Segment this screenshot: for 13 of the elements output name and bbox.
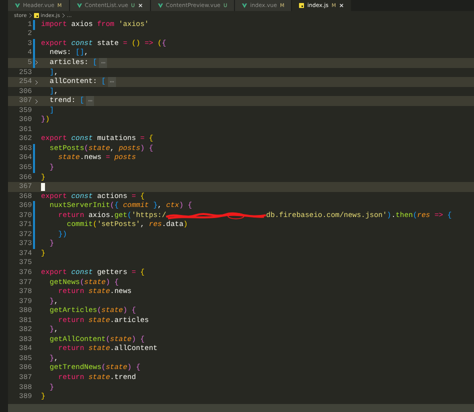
vue-file-icon [242, 3, 248, 8]
chevron-icon [28, 13, 32, 18]
vue-file-icon [158, 3, 163, 8]
fold-chevron-icon[interactable] [35, 98, 38, 104]
js-file-icon [299, 3, 304, 8]
chevron-icon [62, 13, 65, 18]
fold-chevron-icon[interactable] [35, 60, 38, 66]
js-file-icon [34, 13, 39, 18]
fold-chevron-icon[interactable] [35, 80, 38, 85]
close-icon[interactable] [338, 3, 344, 8]
close-icon[interactable] [138, 3, 143, 8]
vue-file-icon [15, 3, 20, 8]
vue-file-icon [76, 3, 82, 8]
